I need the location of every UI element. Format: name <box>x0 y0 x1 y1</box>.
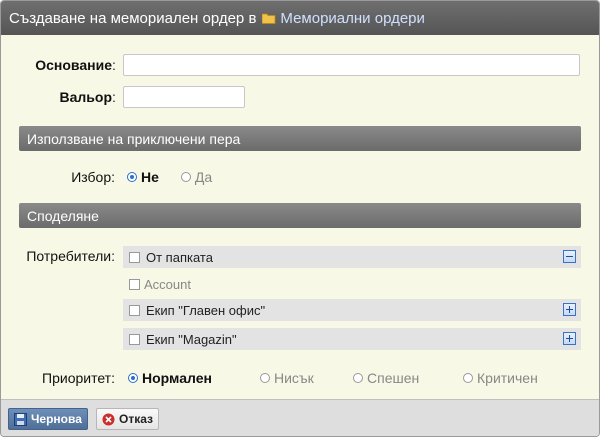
priority-row: Приоритет: <box>11 370 115 386</box>
section-sharing: Споделяне <box>19 203 581 228</box>
dialog: Създаване на мемориален ордер в Мемориал… <box>0 0 600 437</box>
cancel-icon <box>102 413 115 426</box>
section-used-items: Използване на приключени пера <box>19 126 581 151</box>
valeur-input[interactable] <box>123 86 245 108</box>
choice-row: Избор: Не Да <box>11 169 212 185</box>
radio-icon <box>127 172 137 182</box>
group-magazin: Екип "Magazin" <box>123 328 581 350</box>
priority-low-label: Нисък <box>274 370 314 386</box>
choice-yes-label: Да <box>194 169 213 185</box>
expand-icon[interactable] <box>563 332 576 345</box>
valeur-row: Вальор : <box>11 86 245 108</box>
draft-button[interactable]: Чернова <box>8 408 88 430</box>
choice-yes-radio[interactable]: Да <box>180 169 213 185</box>
priority-normal-label: Нормален <box>142 370 212 386</box>
group-from-folder-checkbox[interactable] <box>129 251 140 263</box>
draft-button-label: Чернова <box>31 412 82 426</box>
priority-critical-radio[interactable]: Критичен <box>463 370 538 386</box>
user-account-row: Account <box>129 277 191 292</box>
choice-no-label: Не <box>141 169 159 185</box>
priority-urgent-radio[interactable]: Спешен <box>353 370 419 386</box>
folder-icon <box>262 13 276 24</box>
users-label: Потребители: <box>26 248 115 264</box>
title-bar: Създаване на мемориален ордер в Мемориал… <box>1 1 599 35</box>
priority-low-radio[interactable]: Нисък <box>260 370 314 386</box>
priority-label: Приоритет: <box>42 370 115 386</box>
group-magazin-label: Екип "Magazin" <box>146 331 237 347</box>
basis-label: Основание <box>35 57 112 73</box>
priority-urgent-label: Спешен <box>367 370 420 386</box>
choice-label: Избор: <box>71 169 115 185</box>
valeur-label: Вальор <box>59 89 113 105</box>
radio-icon <box>463 373 473 383</box>
folder-link[interactable]: Мемориални ордери <box>280 10 424 27</box>
save-icon <box>14 412 27 426</box>
basis-input[interactable] <box>123 54 580 76</box>
dialog-footer: Чернова Отказ <box>1 399 599 436</box>
radio-icon <box>180 172 191 182</box>
user-account-checkbox[interactable] <box>129 279 140 290</box>
group-main-office-label: Екип "Главен офис" <box>146 302 266 318</box>
user-account-label: Account <box>144 277 191 292</box>
cancel-button-label: Отказ <box>119 412 154 426</box>
collapse-icon[interactable] <box>563 250 576 263</box>
group-magazin-checkbox[interactable] <box>129 333 140 345</box>
radio-icon <box>128 373 138 383</box>
group-from-folder-label: От папката <box>146 249 213 265</box>
group-from-folder: От папката <box>123 246 581 268</box>
dialog-title: Създаване на мемориален ордер в <box>9 9 257 27</box>
radio-icon <box>260 373 270 383</box>
priority-normal-radio[interactable]: Нормален <box>128 370 212 386</box>
basis-row: Основание : <box>11 54 581 76</box>
choice-no-radio[interactable]: Не <box>127 169 159 185</box>
group-main-office: Екип "Главен офис" <box>123 299 581 321</box>
priority-critical-label: Критичен <box>477 370 538 386</box>
basis-colon: : <box>112 57 116 73</box>
cancel-button[interactable]: Отказ <box>96 408 160 430</box>
group-main-office-checkbox[interactable] <box>129 304 140 316</box>
valeur-colon: : <box>112 89 116 105</box>
expand-icon[interactable] <box>563 303 576 316</box>
radio-icon <box>353 373 363 383</box>
